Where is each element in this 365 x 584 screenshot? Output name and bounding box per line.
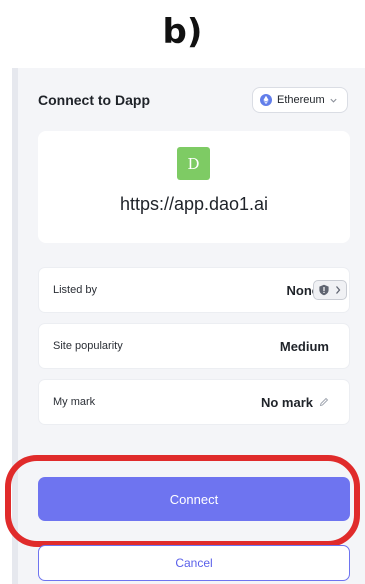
shield-icon	[319, 284, 329, 296]
network-selector[interactable]: Ethereum	[252, 87, 348, 113]
cancel-button[interactable]: Cancel	[38, 545, 350, 581]
site-url: https://app.dao1.ai	[119, 194, 269, 214]
my-mark-label: My mark	[53, 396, 96, 408]
my-mark-value-group: No mark	[261, 395, 329, 410]
listed-by-value-group: None	[287, 280, 350, 300]
security-details-button[interactable]	[313, 280, 347, 300]
page-title: Connect to Dapp	[38, 92, 150, 108]
pencil-icon[interactable]	[319, 397, 329, 407]
chevron-down-icon	[330, 98, 337, 103]
site-popularity-row: Site popularity Medium	[38, 323, 350, 369]
dapp-logo: D	[177, 147, 210, 180]
my-mark-value: No mark	[260, 394, 313, 410]
listed-by-label: Listed by	[53, 284, 98, 296]
my-mark-row[interactable]: My mark No mark	[38, 379, 350, 425]
ethereum-icon	[260, 94, 272, 106]
figure-label: b)	[162, 12, 203, 52]
chevron-right-icon	[336, 286, 341, 294]
site-popularity-value: Medium	[279, 338, 329, 354]
network-selector-value: Ethereum	[277, 94, 325, 106]
site-popularity-label: Site popularity	[53, 340, 123, 352]
highlight-annotation	[5, 455, 360, 547]
listed-by-row: Listed by None	[38, 267, 350, 313]
